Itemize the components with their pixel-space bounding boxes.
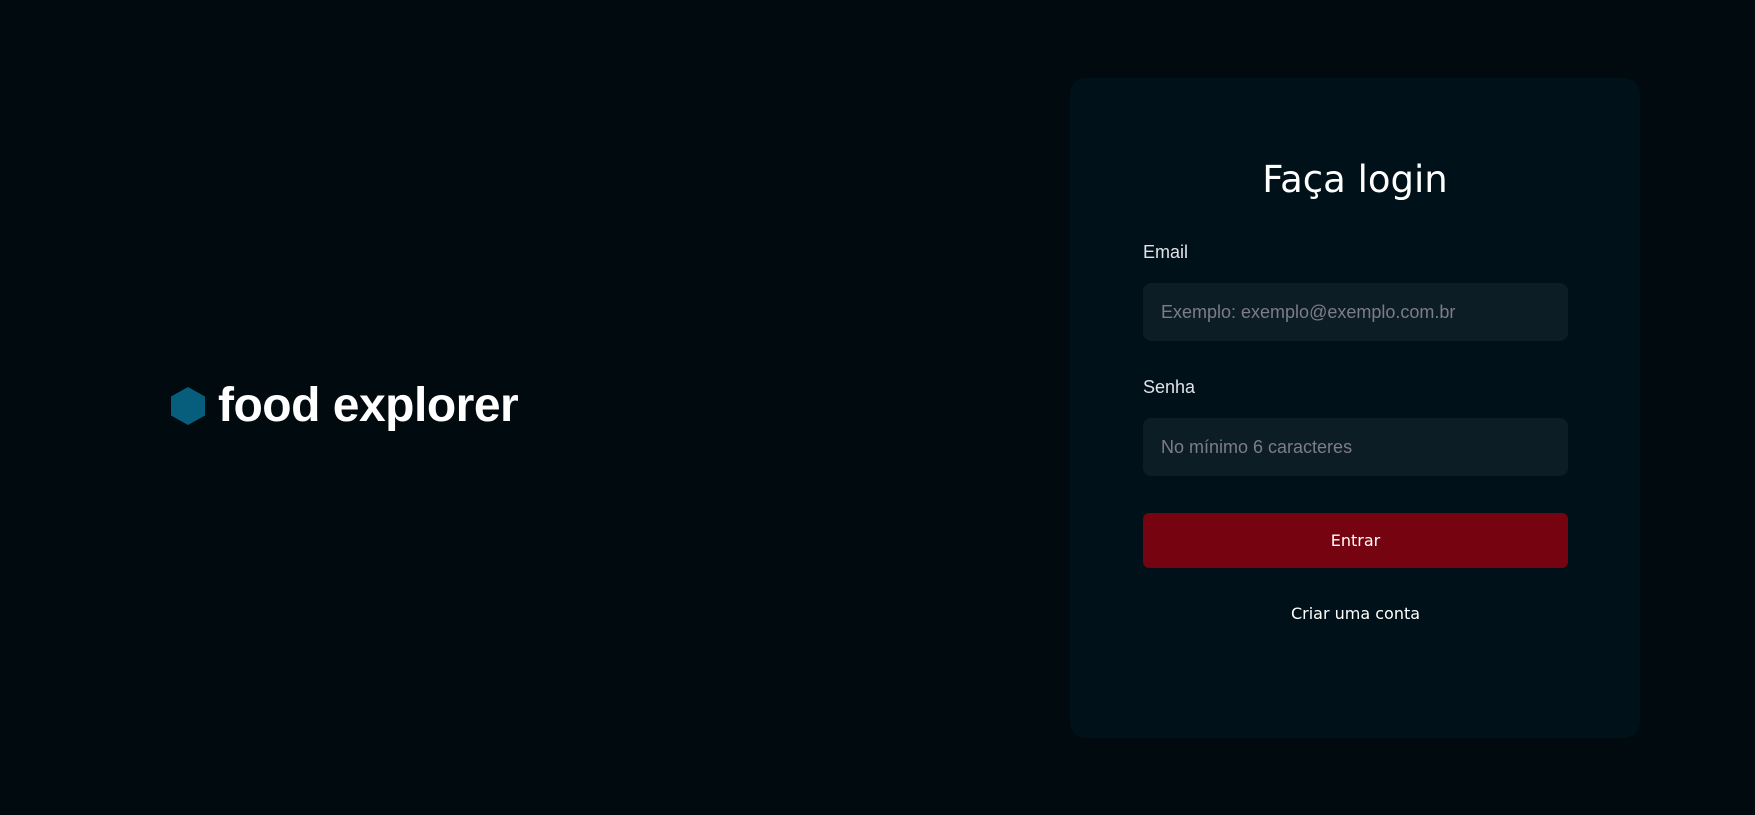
email-label: Email	[1143, 242, 1189, 262]
login-button[interactable]: Entrar	[1143, 513, 1568, 568]
hexagon-icon	[170, 386, 206, 426]
page-title: Faça login	[1262, 158, 1448, 201]
create-account-link[interactable]: Criar uma conta	[1143, 604, 1568, 623]
login-page: food explorer Faça login Email Senha Ent…	[0, 0, 1755, 815]
brand-name: food explorer	[218, 379, 519, 432]
email-field[interactable]	[1143, 283, 1568, 341]
login-card: Faça login Email Senha Entrar Criar uma …	[1070, 78, 1640, 738]
password-field[interactable]	[1143, 418, 1568, 476]
brand-logo: food explorer	[170, 379, 519, 432]
password-label: Senha	[1143, 377, 1196, 397]
